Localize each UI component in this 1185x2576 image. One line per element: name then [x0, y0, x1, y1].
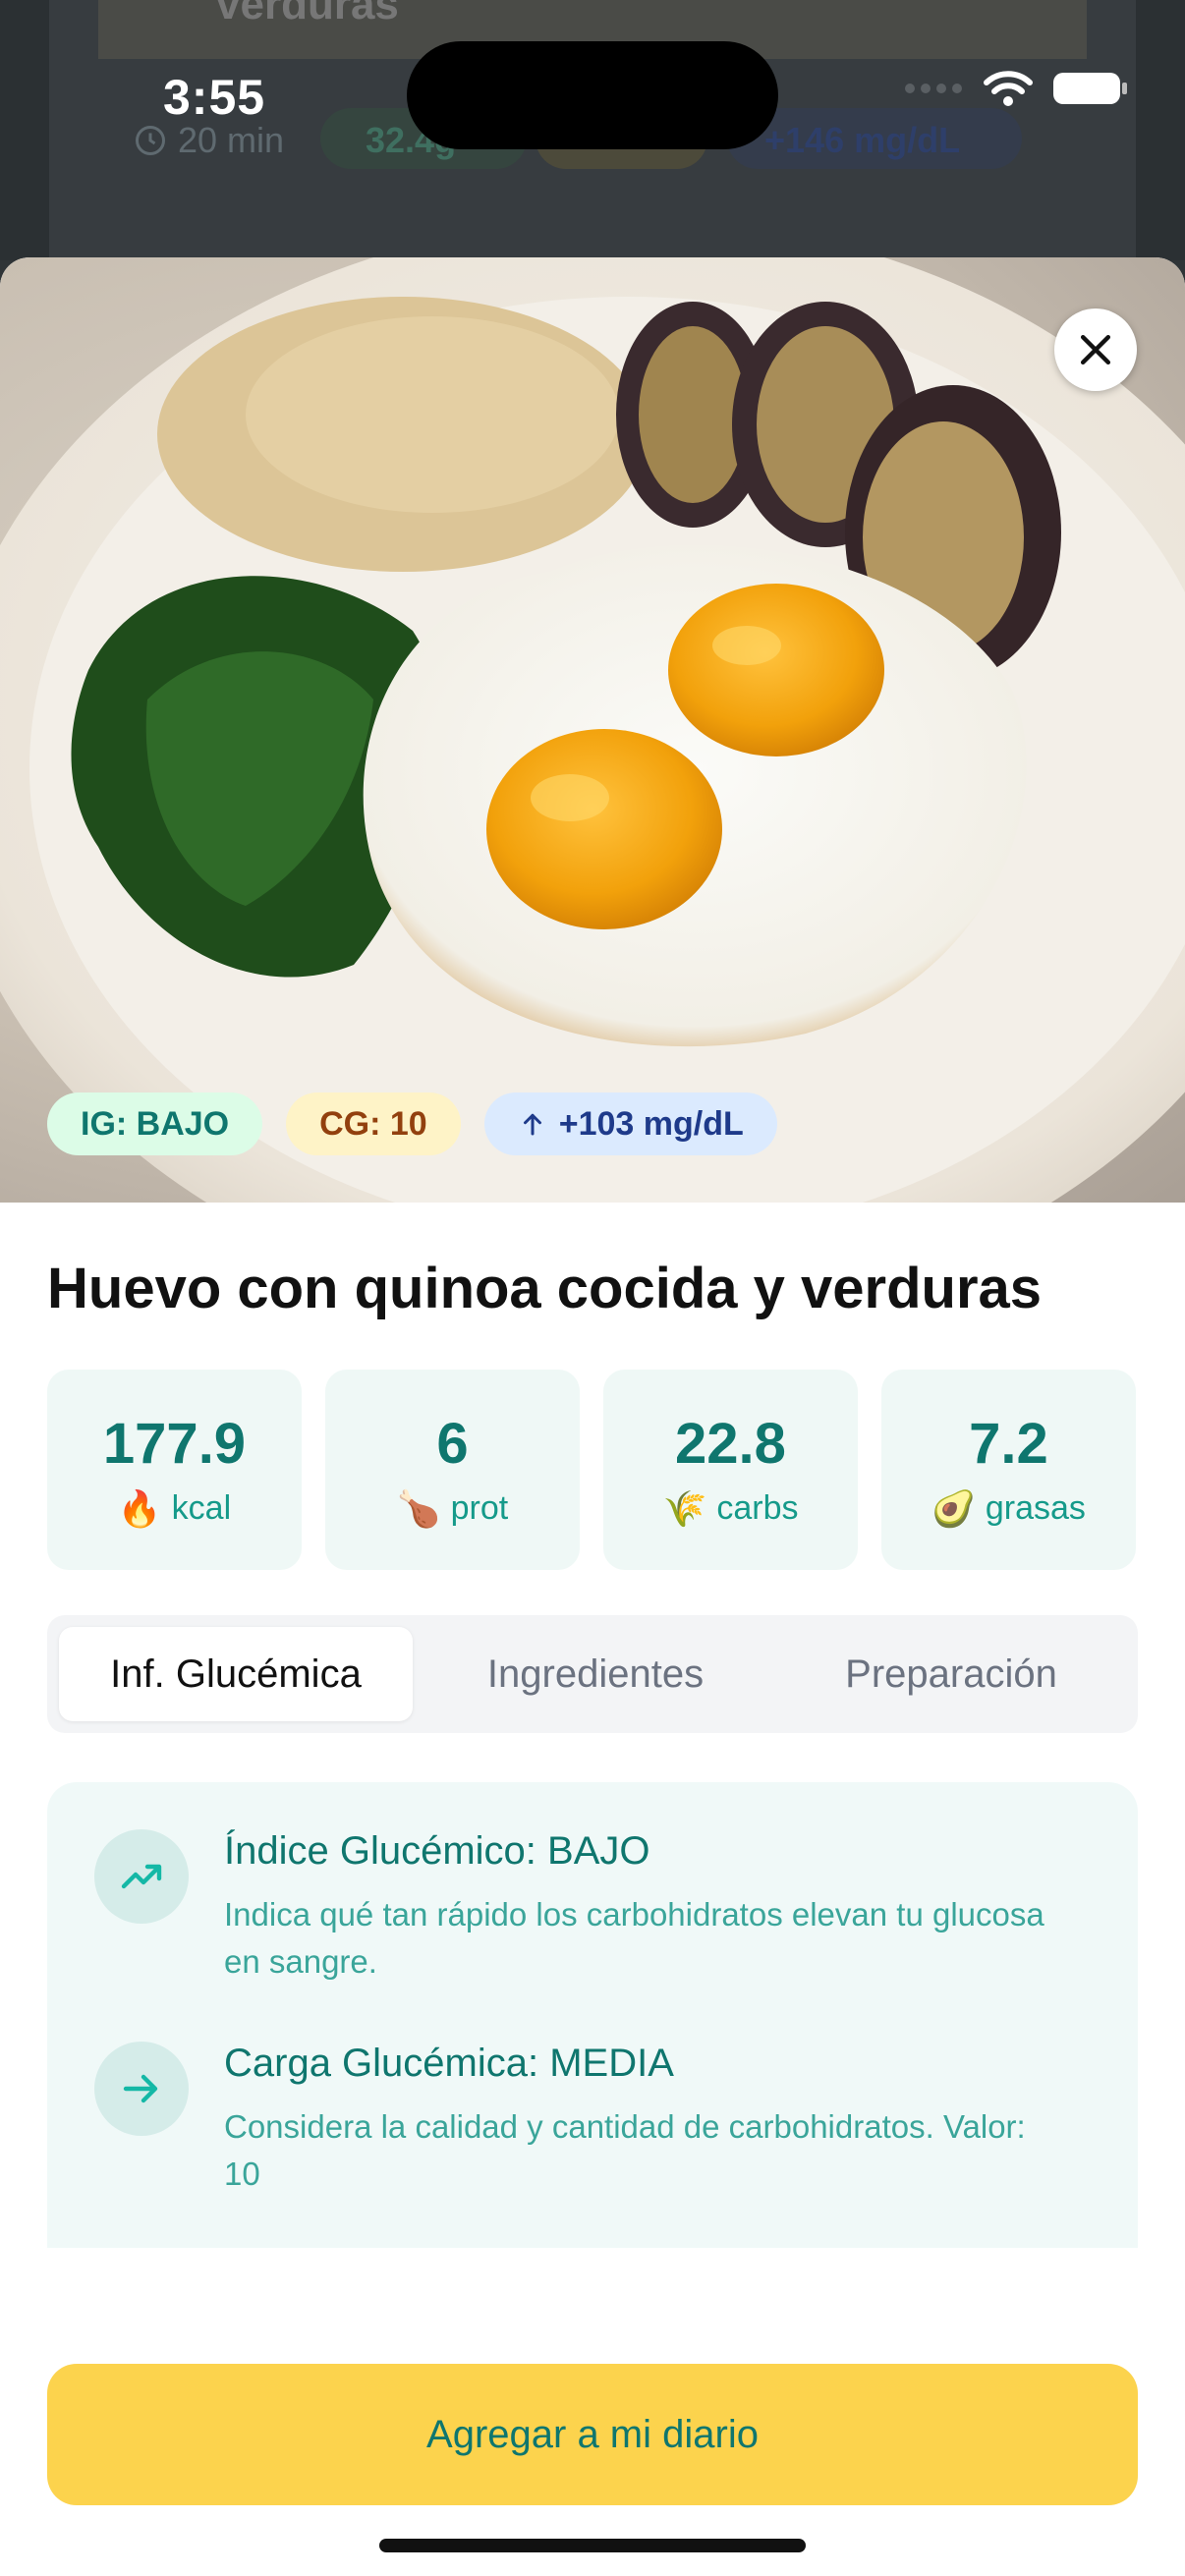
background-card-title: verduras [216, 0, 399, 28]
wheat-icon: 🌾 [662, 1487, 707, 1529]
cg-badge-label: CG: 10 [319, 1104, 427, 1143]
recipe-sheet: IG: BAJO CG: 10 +103 mg/dL Huevo con qui… [0, 257, 1185, 2576]
tab-preparation[interactable]: Preparación [774, 1627, 1128, 1721]
close-icon [1080, 334, 1111, 365]
wifi-icon [984, 71, 1033, 106]
macro-value: 22.8 [675, 1411, 786, 1476]
trending-up-icon [94, 1829, 189, 1924]
macro-card-kcal: 177.9 🔥 kcal [47, 1370, 302, 1570]
recipe-title: Huevo con quinoa cocida y verduras [47, 1257, 1043, 1320]
status-time: 3:55 [163, 70, 266, 125]
background-chip-text: +146 mg/dL [764, 120, 961, 160]
macro-card-protein: 6 🍗 prot [325, 1370, 580, 1570]
badge-row: IG: BAJO CG: 10 +103 mg/dL [47, 1092, 777, 1155]
arrow-up-icon [523, 1113, 541, 1136]
arrow-right-icon [94, 2042, 189, 2136]
macro-card-fat: 7.2 🥑 grasas [881, 1370, 1136, 1570]
glucose-badge-label: +103 mg/dL [558, 1104, 744, 1143]
macro-label: grasas [985, 1489, 1086, 1527]
glycemic-index-title: Índice Glucémico: BAJO [224, 1829, 650, 1873]
macro-value: 177.9 [102, 1411, 247, 1476]
dynamic-island [407, 41, 778, 149]
tab-glycemic-info[interactable]: Inf. Glucémica [59, 1627, 413, 1721]
glycemic-load-desc: Considera la calidad y cantidad de carbo… [224, 2108, 1026, 2192]
macro-label: kcal [171, 1489, 232, 1527]
glycemic-load-title: Carga Glucémica: MEDIA [224, 2042, 674, 2085]
add-to-diary-button[interactable]: Agregar a mi diario [47, 2364, 1138, 2505]
macro-value: 6 [436, 1411, 469, 1476]
glucose-badge: +103 mg/dL [483, 1092, 777, 1155]
macro-value: 7.2 [969, 1411, 1048, 1476]
macro-label: prot [450, 1489, 509, 1527]
drumstick-icon: 🍗 [396, 1487, 441, 1529]
home-indicator [379, 2539, 806, 2552]
macro-cards: 177.9 🔥 kcal 6 🍗 prot 22.8 🌾 carbs 7.2 🥑 gra… [47, 1370, 1136, 1570]
close-button[interactable] [1054, 308, 1137, 391]
ig-badge: IG: BAJO [47, 1092, 263, 1155]
signal-icon [905, 84, 962, 93]
battery-icon [1053, 73, 1127, 104]
background-time-text: 20 min [178, 120, 285, 160]
macro-card-carbs: 22.8 🌾 carbs [603, 1370, 858, 1570]
tab-ingredients[interactable]: Ingredientes [419, 1627, 772, 1721]
glycemic-index-desc: Indica qué tan rápido los carbohidratos … [224, 1896, 1044, 1980]
food-plate-illustration [0, 257, 1185, 1203]
status-icons [904, 69, 1130, 108]
fire-icon: 🔥 [117, 1487, 162, 1529]
tab-bar: Inf. Glucémica Ingredientes Preparación [47, 1615, 1138, 1733]
glycemic-info-panel: Índice Glucémico: BAJO Indica qué tan rá… [47, 1782, 1138, 2248]
cg-badge: CG: 10 [286, 1092, 461, 1155]
macro-label: carbs [716, 1489, 799, 1527]
clock-icon [136, 126, 165, 155]
ig-badge-label: IG: BAJO [81, 1104, 230, 1143]
avocado-icon: 🥑 [931, 1487, 976, 1529]
recipe-image: IG: BAJO CG: 10 +103 mg/dL [0, 257, 1185, 1203]
